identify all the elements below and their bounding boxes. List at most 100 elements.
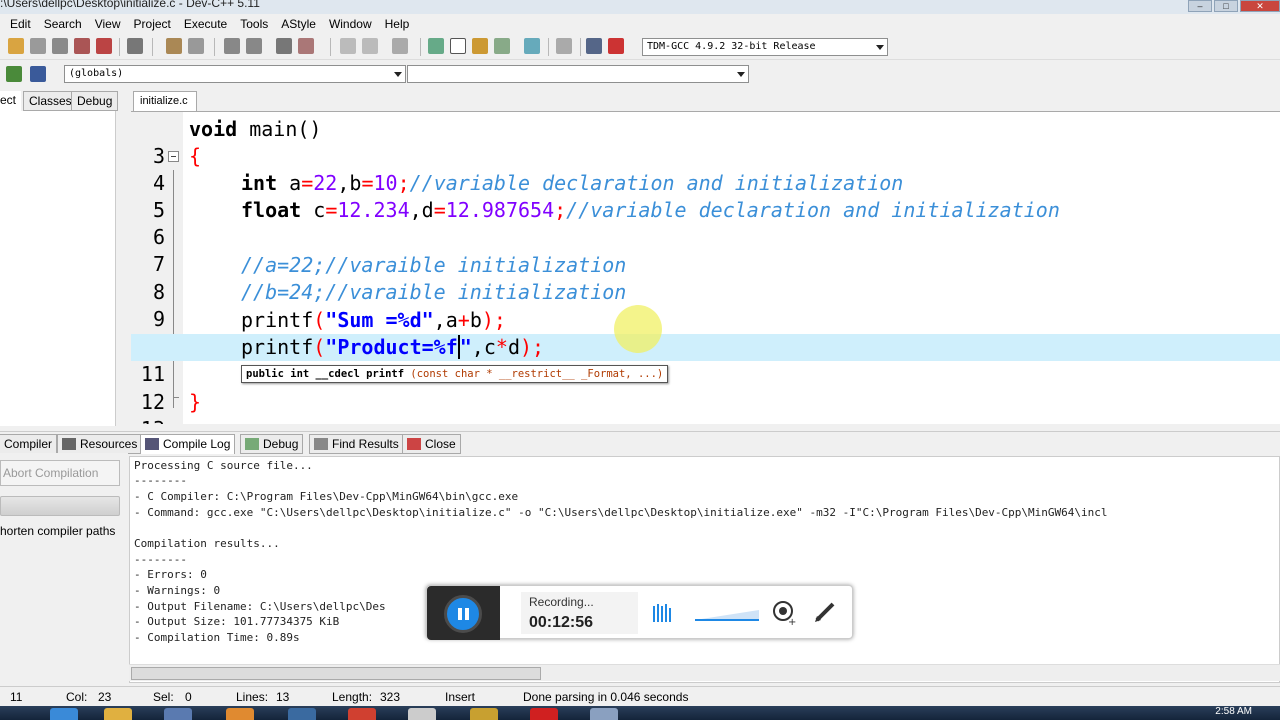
comment: //b=24;//varaible initialization xyxy=(241,280,627,304)
goto-back-icon[interactable] xyxy=(340,38,356,54)
explorer-icon[interactable] xyxy=(104,708,132,720)
compile-log-output[interactable]: Processing C source file... -------- - C… xyxy=(129,456,1280,683)
tab-project[interactable]: ect xyxy=(0,91,22,111)
menu-window[interactable]: Window xyxy=(329,17,372,31)
status-message: Done parsing in 0.046 seconds xyxy=(523,690,689,704)
shorten-paths-checkbox-label[interactable]: horten compiler paths xyxy=(0,524,115,538)
syntax-check-icon[interactable] xyxy=(524,38,540,54)
menu-bar: Edit Search View Project Execute Tools A… xyxy=(0,14,1280,34)
ie-icon[interactable] xyxy=(50,708,78,720)
chevron-down-icon xyxy=(737,72,745,77)
volume-slider[interactable] xyxy=(693,608,761,622)
tab-compiler-label: Compiler xyxy=(4,437,53,451)
indent-icon[interactable] xyxy=(276,38,292,54)
code-line: 9 //b=24;//varaible initialization xyxy=(131,279,1280,331)
goto-forward-icon[interactable] xyxy=(362,38,378,54)
maximize-button[interactable]: □ xyxy=(1214,0,1238,12)
unindent-icon[interactable] xyxy=(298,38,314,54)
save-all-icon[interactable] xyxy=(74,38,90,54)
log-line: Compilation results... xyxy=(134,537,280,550)
project-browser xyxy=(0,111,116,426)
bottom-tabs: Compiler Resources Compile Log Debug Fin… xyxy=(0,431,1280,454)
undo-icon[interactable] xyxy=(166,38,182,54)
tab-debug-left[interactable]: Debug xyxy=(71,91,119,111)
stop-execution-icon[interactable] xyxy=(556,38,572,54)
webcam-icon[interactable]: + xyxy=(772,600,798,626)
close-window-button[interactable]: ✕ xyxy=(1240,0,1280,12)
log-line: -------- xyxy=(134,553,187,566)
tab-close[interactable]: Close xyxy=(402,434,461,454)
rebuild-icon[interactable] xyxy=(494,38,510,54)
toolbar-separator xyxy=(152,38,153,56)
tab-resources[interactable]: Resources xyxy=(57,434,143,454)
tab-compiler[interactable]: Compiler xyxy=(0,434,58,454)
log-horizontal-scrollbar[interactable] xyxy=(129,664,1280,681)
run-icon[interactable] xyxy=(450,38,466,54)
find-icon[interactable] xyxy=(224,38,240,54)
operator: ); xyxy=(481,308,506,332)
tab-close-label: Close xyxy=(425,437,456,451)
save-icon[interactable] xyxy=(52,38,68,54)
editor-tab-file[interactable]: initialize.c xyxy=(133,91,197,112)
tab-find-results[interactable]: Find Results xyxy=(309,434,404,454)
compiler-select[interactable]: TDM-GCC 4.9.2 32-bit Release xyxy=(642,38,888,56)
new-file-icon[interactable] xyxy=(8,38,24,54)
app-icon[interactable] xyxy=(288,708,316,720)
app-icon[interactable] xyxy=(408,708,436,720)
opera-icon[interactable] xyxy=(530,708,558,720)
compile-icon[interactable] xyxy=(428,38,444,54)
open-icon[interactable] xyxy=(30,38,46,54)
abort-compilation-button[interactable]: Abort Compilation xyxy=(0,460,120,486)
log-line: Processing C source file... xyxy=(134,459,313,472)
log-line: - Compilation Time: 0.89s xyxy=(134,631,300,644)
app-icon[interactable] xyxy=(226,708,254,720)
chart-icon xyxy=(145,438,159,450)
chrome-icon[interactable] xyxy=(348,708,376,720)
operator: ); xyxy=(519,335,545,359)
audio-levels-icon[interactable] xyxy=(652,602,674,624)
log-line: - Command: gcc.exe "C:\Users\dellpc\Desk… xyxy=(134,506,1108,519)
member-select[interactable] xyxy=(407,65,749,83)
identifier: ,c xyxy=(471,335,496,359)
fold-collapse-icon[interactable] xyxy=(168,151,179,162)
code-line: 10 printf("Sum =%d",a+b); xyxy=(131,307,1280,359)
app-icon[interactable] xyxy=(470,708,498,720)
identifier: ,b xyxy=(337,171,362,195)
profile-icon[interactable] xyxy=(586,38,602,54)
debug-icon[interactable] xyxy=(608,38,624,54)
menu-view[interactable]: View xyxy=(95,17,121,31)
bookmark-icon[interactable] xyxy=(392,38,408,54)
tab-compile-log[interactable]: Compile Log xyxy=(140,434,236,454)
compile-run-icon[interactable] xyxy=(472,38,488,54)
menu-astyle[interactable]: AStyle xyxy=(281,17,316,31)
menu-search[interactable]: Search xyxy=(44,17,82,31)
pen-icon[interactable] xyxy=(813,600,837,624)
identifier: ,a xyxy=(433,308,458,332)
class-browser-icon[interactable] xyxy=(6,66,22,82)
close-file-icon[interactable] xyxy=(96,38,112,54)
tab-classes[interactable]: Classes xyxy=(23,91,78,111)
menu-execute[interactable]: Execute xyxy=(184,17,227,31)
devcpp-icon[interactable] xyxy=(590,708,618,720)
brace: { xyxy=(189,144,202,168)
menu-project[interactable]: Project xyxy=(134,17,171,31)
log-line: - Output Filename: C:\Users\dellpc\Des xyxy=(134,600,386,613)
pause-button[interactable] xyxy=(444,595,482,633)
redo-icon[interactable] xyxy=(188,38,204,54)
app-icon[interactable] xyxy=(164,708,192,720)
tab-debug[interactable]: Debug xyxy=(240,434,304,454)
toolbar-separator xyxy=(119,38,120,56)
chevron-down-icon xyxy=(394,72,402,77)
scrollbar-thumb[interactable] xyxy=(131,667,541,680)
scope-select[interactable]: (globals) xyxy=(64,65,406,83)
replace-icon[interactable] xyxy=(246,38,262,54)
menu-help[interactable]: Help xyxy=(385,17,410,31)
menu-tools[interactable]: Tools xyxy=(240,17,268,31)
recorder-control-area xyxy=(427,586,500,640)
status-lines-label: Lines: xyxy=(236,690,269,704)
operator: = xyxy=(301,171,314,195)
insert-icon[interactable] xyxy=(30,66,46,82)
minimize-button[interactable]: – xyxy=(1188,0,1212,12)
menu-edit[interactable]: Edit xyxy=(10,17,31,31)
print-icon[interactable] xyxy=(127,38,143,54)
